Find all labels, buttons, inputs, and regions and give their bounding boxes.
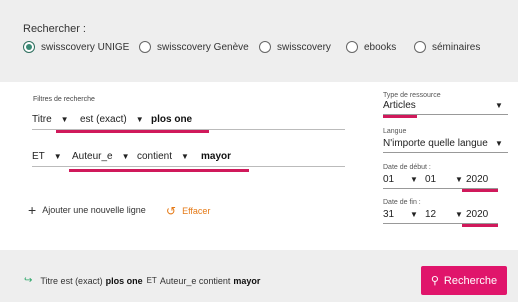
caret-down-icon: ▼ [410, 175, 418, 184]
resource-type-select[interactable]: Articles [383, 100, 416, 111]
operator-value: est (exact) [80, 114, 127, 125]
operator-value: contient [137, 151, 173, 162]
language-select[interactable]: N'importe quelle langue [383, 138, 488, 149]
summary-part1: Titre est (exact) [40, 275, 103, 286]
radio-selected-icon [23, 41, 35, 53]
scope-radio-swisscovery-geneve[interactable]: swisscovery Genève [139, 41, 249, 53]
summary-value2: mayor [233, 275, 261, 286]
operator-select-2[interactable]: contient ▼ [137, 151, 189, 162]
scope-label: swisscovery [277, 41, 331, 53]
radio-icon [139, 41, 151, 53]
scope-label: swisscovery UNIGE [41, 41, 130, 53]
search-term-input-1[interactable]: plos one [151, 114, 192, 125]
caret-down-icon: ▼ [53, 152, 62, 161]
boolean-select-2[interactable]: ET ▼ [32, 151, 62, 162]
filters-title: Filtres de recherche [33, 96, 95, 103]
row1-highlight [56, 130, 209, 133]
reset-button[interactable]: ↺ Effacer [166, 204, 210, 218]
resource-type-label: Type de ressource [383, 92, 441, 99]
operator-select-1[interactable]: est (exact) ▼ [80, 114, 144, 125]
start-day-select[interactable]: 01 [383, 174, 394, 185]
start-year-highlight [462, 189, 498, 192]
caret-down-icon: ▼ [410, 210, 418, 219]
radio-icon [346, 41, 358, 53]
search-term-input-2[interactable]: mayor [201, 151, 231, 162]
radio-icon [414, 41, 426, 53]
resource-type-highlight [383, 115, 417, 118]
caret-down-icon: ▼ [121, 152, 130, 161]
search-button[interactable]: ⚲ Recherche [421, 266, 507, 295]
end-month-select[interactable]: 12 [425, 209, 436, 220]
caret-down-icon: ▼ [455, 210, 463, 219]
end-date-label: Date de fin : [383, 199, 421, 206]
reset-label: Effacer [182, 206, 211, 216]
search-icon: ⚲ [430, 275, 439, 287]
language-label: Langue [383, 128, 407, 135]
summary-part3: Auteur_e contient [159, 275, 231, 286]
end-year-input[interactable]: 2020 [466, 209, 488, 220]
return-arrow-icon: ↪ [24, 275, 33, 286]
scope-label: ebooks [364, 41, 397, 53]
scope-label: swisscovery Genève [157, 41, 249, 53]
scope-label: séminaires [432, 41, 481, 53]
language-underline [383, 152, 508, 153]
add-line-button[interactable]: + Ajouter une nouvelle ligne [28, 202, 146, 218]
caret-down-icon: ▼ [495, 101, 503, 110]
caret-down-icon: ▼ [60, 115, 69, 124]
refresh-icon: ↺ [166, 204, 177, 218]
radio-icon [259, 41, 271, 53]
row2-underline [32, 166, 345, 167]
caret-down-icon: ▼ [495, 139, 503, 148]
caret-down-icon: ▼ [181, 152, 189, 161]
search-button-label: Recherche [443, 274, 498, 287]
add-line-label: Ajouter une nouvelle ligne [42, 205, 146, 215]
caret-down-icon: ▼ [455, 175, 463, 184]
summary-value1: plos one [105, 275, 143, 286]
start-date-label: Date de début : [383, 164, 431, 171]
plus-icon: + [28, 202, 37, 218]
scope-radio-swisscovery[interactable]: swisscovery [259, 41, 331, 53]
caret-down-icon: ▼ [135, 115, 144, 124]
end-year-highlight [462, 224, 498, 227]
field-select-2[interactable]: Auteur_e ▼ [72, 151, 130, 162]
scope-radio-seminaires[interactable]: séminaires [414, 41, 480, 53]
query-summary: ↪ Titre est (exact) plos one ET Auteur_e… [24, 275, 264, 286]
field-value: Auteur_e [72, 151, 113, 162]
search-scope-label: Rechercher : [23, 23, 86, 35]
end-day-select[interactable]: 31 [383, 209, 394, 220]
start-month-select[interactable]: 01 [425, 174, 436, 185]
scope-radio-ebooks[interactable]: ebooks [346, 41, 396, 53]
boolean-value: ET [32, 151, 45, 162]
field-value: Titre [32, 114, 52, 125]
summary-boolean: ET [146, 276, 157, 285]
row2-highlight [69, 169, 249, 172]
field-select-1[interactable]: Titre ▼ [32, 114, 69, 125]
scope-radio-swisscovery-unige[interactable]: swisscovery UNIGE [23, 41, 129, 53]
start-year-input[interactable]: 2020 [466, 174, 488, 185]
